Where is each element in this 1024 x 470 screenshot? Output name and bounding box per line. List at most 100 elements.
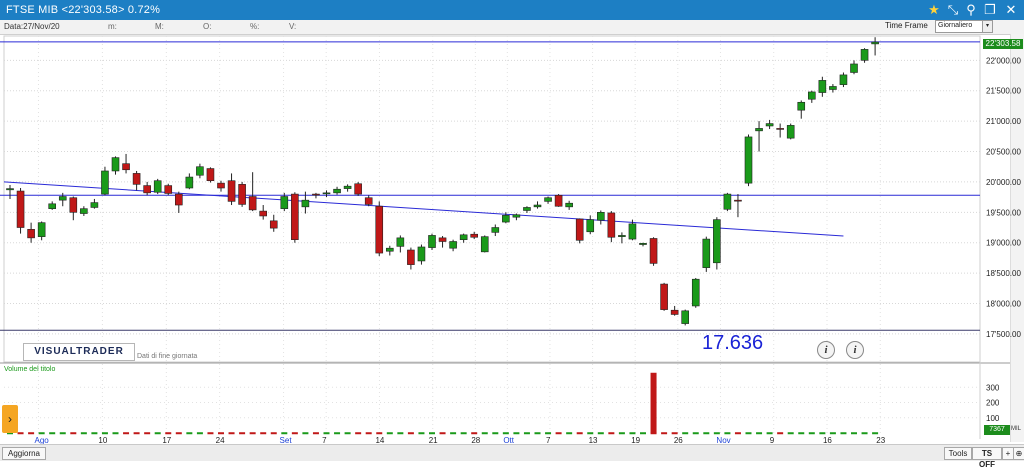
volume-tick-label: 100 bbox=[986, 414, 1000, 423]
candle-body bbox=[829, 86, 837, 90]
volume-bar bbox=[334, 432, 341, 435]
volume-title: Volume del titolo bbox=[4, 366, 56, 373]
volume-bar bbox=[355, 432, 362, 435]
price-tick-label: 21'000.00 bbox=[986, 117, 1021, 126]
volume-bar bbox=[861, 432, 868, 435]
candle-body bbox=[744, 136, 753, 184]
info-icon-2[interactable]: i bbox=[846, 341, 864, 359]
candle-body bbox=[259, 210, 268, 217]
volume-bar bbox=[260, 432, 267, 435]
candle-body bbox=[206, 168, 215, 182]
candle-body bbox=[480, 236, 489, 253]
volume-bar bbox=[671, 432, 678, 435]
volume-bar bbox=[597, 432, 604, 435]
volume-bar bbox=[629, 432, 636, 435]
volume-bar bbox=[38, 432, 45, 435]
expand-panel-button[interactable]: › bbox=[2, 405, 18, 433]
volume-bar bbox=[397, 432, 404, 435]
candle-body bbox=[850, 63, 858, 73]
volume-bar bbox=[312, 432, 319, 435]
candle-body bbox=[691, 278, 700, 307]
candle-body bbox=[280, 196, 289, 209]
candle-body bbox=[385, 247, 394, 252]
volume-bar bbox=[291, 432, 298, 435]
candle-body bbox=[153, 180, 162, 193]
volume-bar bbox=[798, 432, 805, 435]
candle-body bbox=[27, 229, 35, 239]
volume-badge: 7367 bbox=[984, 425, 1010, 435]
volume-bar bbox=[49, 432, 56, 435]
candle-body bbox=[734, 199, 742, 202]
volume-bar bbox=[407, 432, 414, 435]
volume-bar bbox=[270, 432, 277, 435]
candle-body bbox=[797, 101, 806, 111]
candle-body bbox=[565, 202, 573, 208]
volume-bar bbox=[302, 432, 309, 435]
candle-body bbox=[786, 125, 795, 139]
volume-bar bbox=[703, 432, 710, 435]
candle-body bbox=[164, 185, 173, 194]
candle-body bbox=[649, 238, 658, 264]
ts-toggle-button[interactable]: TS OFF bbox=[972, 447, 1002, 469]
volume-bar bbox=[80, 432, 87, 435]
tools-button[interactable]: Tools bbox=[944, 447, 972, 460]
candle-body bbox=[660, 283, 668, 310]
candle-body bbox=[554, 194, 563, 207]
volume-bar bbox=[851, 432, 857, 435]
pin-bottom-icon[interactable]: ⊕ bbox=[1013, 447, 1024, 460]
price-tick-label: 19'500.00 bbox=[986, 208, 1021, 217]
volume-bar bbox=[713, 432, 720, 435]
update-button[interactable]: Aggiorna bbox=[2, 447, 46, 460]
volume-bar bbox=[249, 432, 256, 435]
candle-body bbox=[375, 205, 384, 254]
volume-tick-label: 200 bbox=[986, 399, 1000, 408]
volume-bar bbox=[756, 432, 763, 435]
volume-bar bbox=[418, 432, 425, 435]
volume-bar bbox=[640, 432, 646, 435]
info-icon[interactable]: i bbox=[817, 341, 835, 359]
candle-body bbox=[196, 166, 204, 176]
candle-body bbox=[449, 241, 457, 249]
volume-bar bbox=[28, 432, 35, 435]
candle-body bbox=[596, 212, 605, 221]
volume-bar bbox=[618, 432, 625, 435]
volume-bar bbox=[872, 432, 879, 435]
candle-body bbox=[322, 192, 331, 195]
candle-body bbox=[227, 180, 236, 202]
volume-bar bbox=[587, 432, 594, 435]
volume-bar bbox=[112, 432, 119, 435]
candle-body bbox=[417, 246, 426, 262]
volume-bar bbox=[186, 432, 193, 435]
volume-bar bbox=[734, 432, 741, 435]
candle-body bbox=[607, 212, 616, 238]
candle-body bbox=[765, 123, 774, 127]
candle-body bbox=[238, 184, 246, 205]
big-value-readout: 17.636 bbox=[702, 332, 764, 354]
candle-body bbox=[37, 222, 46, 237]
volume-bar bbox=[808, 432, 815, 435]
candle-body bbox=[723, 193, 732, 210]
price-tick-label: 20'500.00 bbox=[986, 148, 1021, 157]
volume-bar bbox=[566, 432, 573, 435]
volume-bar bbox=[766, 432, 773, 435]
price-tick-label: 20'000.00 bbox=[986, 178, 1021, 187]
volume-bar bbox=[439, 432, 446, 435]
candle-body bbox=[533, 204, 542, 208]
candle-body bbox=[871, 41, 879, 45]
candle-body bbox=[713, 219, 721, 264]
candle-body bbox=[6, 188, 14, 191]
volume-bar bbox=[196, 432, 203, 435]
volume-bar bbox=[534, 432, 541, 435]
candle-body bbox=[702, 238, 711, 268]
volume-bar bbox=[661, 432, 668, 435]
visualtrader-logo: VISUALTRADER bbox=[23, 343, 135, 361]
candle-body bbox=[860, 49, 869, 61]
volume-bar bbox=[692, 432, 699, 435]
candle-body bbox=[628, 223, 637, 240]
volume-bar bbox=[840, 432, 847, 435]
price-tick-label: 21'500.00 bbox=[986, 87, 1021, 96]
price-chart[interactable]: 22'000.00 21'500.00 21'000.00 20'500.00 20'0… bbox=[0, 0, 1024, 460]
volume-bar bbox=[819, 432, 826, 435]
volume-bar bbox=[386, 432, 393, 435]
volume-bar bbox=[555, 432, 562, 435]
